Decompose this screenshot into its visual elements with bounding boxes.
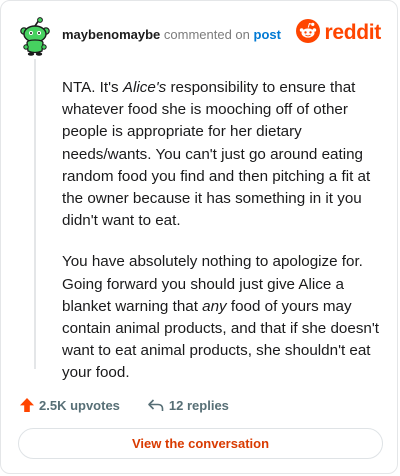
upvote-button[interactable]: 2.5K upvotes: [19, 397, 120, 413]
comment-header: maybenomaybe commented on post reddit: [19, 17, 383, 56]
comment-paragraph: You have absolutely nothing to apologize…: [62, 251, 384, 384]
comment-footer: 2.5K upvotes 12 replies: [19, 396, 229, 414]
comment-meta: maybenomaybe commented on post: [62, 28, 281, 42]
replies-count: 12 replies: [168, 397, 229, 413]
comment-card: maybenomaybe commented on post reddit NT…: [0, 0, 398, 474]
reddit-logo-icon: [296, 18, 321, 48]
view-conversation-button[interactable]: View the conversation: [18, 428, 383, 459]
comment-paragraph: NTA. It's Alice's responsibility to ensu…: [62, 77, 384, 232]
thread-line: [34, 59, 36, 369]
reply-arrow-icon: [147, 397, 165, 413]
action-text: commented on: [163, 27, 250, 42]
reddit-wordmark: reddit: [324, 21, 381, 44]
upvotes-count: 2.5K upvotes: [39, 397, 120, 413]
comment-text: NTA. It's: [62, 79, 123, 96]
snoo-avatar-icon[interactable]: [19, 17, 51, 57]
emphasis-text: any: [202, 297, 227, 315]
emphasis-text: Alice's: [122, 79, 167, 96]
post-link[interactable]: post: [254, 27, 281, 42]
upvote-arrow-icon: [19, 397, 35, 413]
username-link[interactable]: maybenomaybe: [62, 27, 160, 42]
comment-body: NTA. It's Alice's responsibility to ensu…: [62, 77, 384, 404]
comment-text: responsibility to ensure that whatever f…: [62, 79, 371, 230]
replies-button[interactable]: 12 replies: [147, 397, 229, 413]
reddit-brand[interactable]: reddit: [296, 18, 381, 48]
